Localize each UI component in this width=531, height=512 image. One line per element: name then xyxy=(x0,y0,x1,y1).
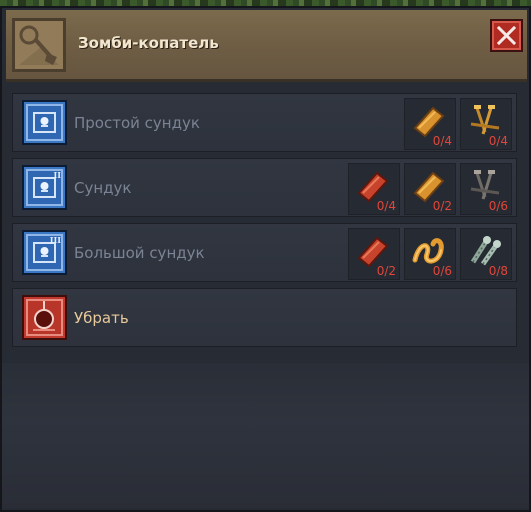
ingredient-count: 0/4 xyxy=(432,134,452,148)
option-label: Большой сундук xyxy=(74,244,205,262)
ingredient-slot[interactable]: 0/6 xyxy=(460,163,512,215)
ingredient-count: 0/6 xyxy=(488,199,508,213)
option-label: Сундук xyxy=(74,179,132,197)
ingredient-count: 0/6 xyxy=(432,264,452,278)
option-chest[interactable]: II Сундук 0/4 0/2 0/6 xyxy=(12,158,517,217)
tier-label: II xyxy=(53,170,61,180)
close-button[interactable] xyxy=(490,19,523,52)
window-title: Зомби-копатель xyxy=(78,34,219,52)
ingredient-slot[interactable]: 0/2 xyxy=(404,163,456,215)
ingredient-count: 0/4 xyxy=(376,199,396,213)
chest-icon: II xyxy=(22,165,67,210)
shovel-icon xyxy=(12,18,66,72)
option-simple-chest[interactable]: Простой сундук 0/4 0/4 xyxy=(12,93,517,152)
ingredient-count: 0/2 xyxy=(432,199,452,213)
window-header: Зомби-копатель xyxy=(6,10,527,82)
option-label: Простой сундук xyxy=(74,114,200,132)
empty-area xyxy=(2,363,529,508)
ingredient-slot[interactable]: 0/4 xyxy=(404,98,456,150)
demolish-icon xyxy=(22,295,67,340)
option-remove[interactable]: Убрать xyxy=(12,288,517,347)
ingredient-slot[interactable]: 0/8 xyxy=(460,228,512,280)
ingredient-count: 0/2 xyxy=(376,264,396,278)
crafting-window: Зомби-копатель Простой сундук 0/4 0/4 II… xyxy=(0,6,531,512)
ingredient-count: 0/4 xyxy=(488,134,508,148)
close-icon xyxy=(497,26,516,45)
ingredient-slot[interactable]: 0/2 xyxy=(348,228,400,280)
chest-icon xyxy=(22,100,67,145)
ingredient-count: 0/8 xyxy=(488,264,508,278)
option-label: Убрать xyxy=(74,309,129,327)
ingredient-slot[interactable]: 0/6 xyxy=(404,228,456,280)
ingredient-slot[interactable]: 0/4 xyxy=(348,163,400,215)
ingredient-slot[interactable]: 0/4 xyxy=(460,98,512,150)
tier-label: III xyxy=(49,235,61,245)
chest-icon: III xyxy=(22,230,67,275)
option-large-chest[interactable]: III Большой сундук 0/2 0/6 0/8 xyxy=(12,223,517,282)
